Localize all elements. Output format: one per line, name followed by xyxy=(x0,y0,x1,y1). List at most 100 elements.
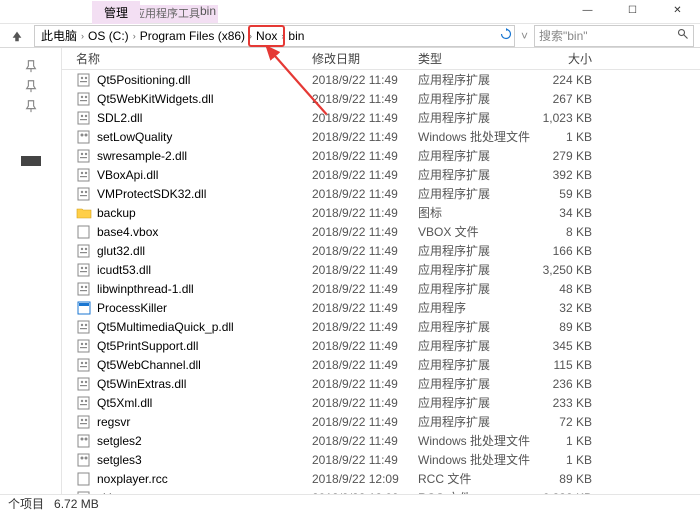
file-row[interactable]: Qt5Xml.dll2018/9/22 11:49应用程序扩展233 KB xyxy=(62,393,700,412)
file-type: 应用程序扩展 xyxy=(418,185,530,202)
file-row[interactable]: backup2018/9/22 11:49图标34 KB xyxy=(62,203,700,222)
file-date: 2018/9/22 11:49 xyxy=(312,111,418,125)
file-type: RCC 文件 xyxy=(418,470,530,487)
window-controls: — ☐ ✕ xyxy=(565,0,700,20)
file-size: 3,250 KB xyxy=(530,263,610,277)
file-row[interactable]: Qt5Positioning.dll2018/9/22 11:49应用程序扩展2… xyxy=(62,70,700,89)
status-item-count: 个项目 xyxy=(8,495,44,512)
search-icon xyxy=(677,28,689,43)
file-list[interactable]: 名称 修改日期 类型 大小 Qt5Positioning.dll2018/9/2… xyxy=(62,48,700,494)
file-type: 应用程序扩展 xyxy=(418,337,530,354)
col-name[interactable]: 名称 xyxy=(62,50,312,67)
col-date[interactable]: 修改日期 xyxy=(312,50,418,67)
chevron-right-icon[interactable]: › xyxy=(133,31,136,41)
file-name: Qt5Positioning.dll xyxy=(97,73,190,87)
nav-up-button[interactable] xyxy=(6,25,28,47)
file-type: 应用程序扩展 xyxy=(418,318,530,335)
file-date: 2018/9/22 12:09 xyxy=(312,472,418,486)
chevron-right-icon[interactable]: › xyxy=(249,31,252,41)
chevron-right-icon[interactable]: › xyxy=(81,31,84,41)
file-type: 图标 xyxy=(418,204,530,221)
maximize-button[interactable]: ☐ xyxy=(610,0,655,20)
file-type: Windows 批处理文件 xyxy=(418,432,530,449)
file-type: Windows 批处理文件 xyxy=(418,451,530,468)
pin-icon[interactable] xyxy=(0,76,61,96)
file-size: 236 KB xyxy=(530,377,610,391)
file-size: 48 KB xyxy=(530,282,610,296)
file-row[interactable]: SDL2.dll2018/9/22 11:49应用程序扩展1,023 KB xyxy=(62,108,700,127)
file-size: 34 KB xyxy=(530,206,610,220)
file-row[interactable]: regsvr2018/9/22 11:49应用程序扩展72 KB xyxy=(62,412,700,431)
chevron-right-icon[interactable]: › xyxy=(281,31,284,41)
minimize-button[interactable]: — xyxy=(565,0,610,20)
file-type: 应用程序扩展 xyxy=(418,375,530,392)
dll-icon xyxy=(76,262,92,278)
breadcrumb-segment[interactable]: bin xyxy=(286,29,306,43)
file-size: 8 KB xyxy=(530,225,610,239)
dll-icon xyxy=(76,395,92,411)
file-row[interactable]: Qt5PrintSupport.dll2018/9/22 11:49应用程序扩展… xyxy=(62,336,700,355)
file-row[interactable]: setgles22018/9/22 11:49Windows 批处理文件1 KB xyxy=(62,431,700,450)
pin-icon[interactable] xyxy=(0,96,61,116)
file-row[interactable]: ProcessKiller2018/9/22 11:49应用程序32 KB xyxy=(62,298,700,317)
bat-icon xyxy=(76,433,92,449)
file-name: swresample-2.dll xyxy=(97,149,187,163)
file-row[interactable]: VBoxApi.dll2018/9/22 11:49应用程序扩展392 KB xyxy=(62,165,700,184)
file-date: 2018/9/22 11:49 xyxy=(312,339,418,353)
breadcrumb-segment[interactable]: Nox xyxy=(254,29,279,43)
file-row[interactable]: Qt5WebKitWidgets.dll2018/9/22 11:49应用程序扩… xyxy=(62,89,700,108)
chevron-up-icon xyxy=(10,29,24,43)
file-size: 392 KB xyxy=(530,168,610,182)
breadcrumb-segment[interactable]: 此电脑 xyxy=(39,27,79,44)
search-input[interactable]: 搜索"bin" xyxy=(534,25,694,47)
file-name: noxplayer.rcc xyxy=(97,472,168,486)
file-row[interactable]: glut32.dll2018/9/22 11:49应用程序扩展166 KB xyxy=(62,241,700,260)
breadcrumb-segment[interactable]: Program Files (x86) xyxy=(138,29,247,43)
rcc-icon xyxy=(76,471,92,487)
breadcrumb-segment[interactable]: OS (C:) xyxy=(86,29,131,43)
dropdown-chevron-icon[interactable]: ˅ xyxy=(521,29,528,43)
file-date: 2018/9/22 11:49 xyxy=(312,377,418,391)
file-row[interactable]: base4.vbox2018/9/22 11:49VBOX 文件8 KB xyxy=(62,222,700,241)
file-size: 32 KB xyxy=(530,301,610,315)
file-size: 1 KB xyxy=(530,453,610,467)
column-headers[interactable]: 名称 修改日期 类型 大小 xyxy=(62,48,700,70)
file-name: setgles2 xyxy=(97,434,142,448)
file-type: 应用程序扩展 xyxy=(418,413,530,430)
file-row[interactable]: setLowQuality2018/9/22 11:49Windows 批处理文… xyxy=(62,127,700,146)
col-type[interactable]: 类型 xyxy=(418,50,530,67)
file-size: 89 KB xyxy=(530,320,610,334)
file-row[interactable]: libwinpthread-1.dll2018/9/22 11:49应用程序扩展… xyxy=(62,279,700,298)
file-row[interactable]: noxplayer.rcc2018/9/22 12:09RCC 文件89 KB xyxy=(62,469,700,488)
file-type: 应用程序扩展 xyxy=(418,394,530,411)
refresh-icon[interactable] xyxy=(500,28,512,43)
breadcrumb[interactable]: 此电脑›OS (C:)›Program Files (x86)›Nox›bin xyxy=(34,25,515,47)
file-row[interactable]: Qt5WebChannel.dll2018/9/22 11:49应用程序扩展11… xyxy=(62,355,700,374)
file-name: ProcessKiller xyxy=(97,301,167,315)
dll-icon xyxy=(76,243,92,259)
file-date: 2018/9/22 11:49 xyxy=(312,415,418,429)
folder-icon xyxy=(76,205,92,221)
exe-icon xyxy=(76,300,92,316)
pin-icon[interactable] xyxy=(0,56,61,76)
close-button[interactable]: ✕ xyxy=(655,0,700,20)
file-name: regsvr xyxy=(97,415,130,429)
ribbon-tab-manage[interactable]: 管理 xyxy=(92,1,140,24)
file-type: 应用程序扩展 xyxy=(418,242,530,259)
status-selected-size: 6.72 MB xyxy=(54,497,99,511)
col-size[interactable]: 大小 xyxy=(530,50,610,67)
dll-icon xyxy=(76,167,92,183)
dll-icon xyxy=(76,319,92,335)
dll-icon xyxy=(76,357,92,373)
file-row[interactable]: VMProtectSDK32.dll2018/9/22 11:49应用程序扩展5… xyxy=(62,184,700,203)
file-row[interactable]: swresample-2.dll2018/9/22 11:49应用程序扩展279… xyxy=(62,146,700,165)
dll-icon xyxy=(76,376,92,392)
file-row[interactable]: setgles32018/9/22 11:49Windows 批处理文件1 KB xyxy=(62,450,700,469)
file-row[interactable]: icudt53.dll2018/9/22 11:49应用程序扩展3,250 KB xyxy=(62,260,700,279)
file-date: 2018/9/22 11:49 xyxy=(312,244,418,258)
file-type: 应用程序扩展 xyxy=(418,109,530,126)
search-placeholder: 搜索"bin" xyxy=(539,27,588,44)
file-row[interactable]: Qt5MultimediaQuick_p.dll2018/9/22 11:49应… xyxy=(62,317,700,336)
file-row[interactable]: Qt5WinExtras.dll2018/9/22 11:49应用程序扩展236… xyxy=(62,374,700,393)
vbox-icon xyxy=(76,224,92,240)
